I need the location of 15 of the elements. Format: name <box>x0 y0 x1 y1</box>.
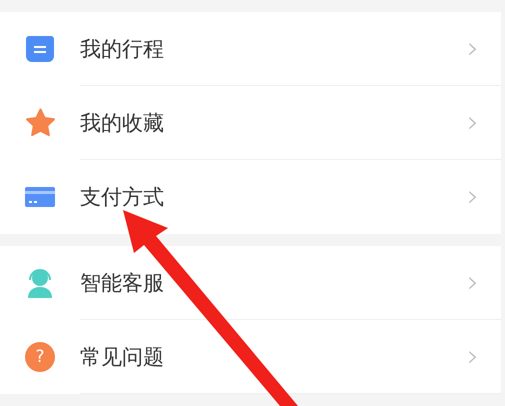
menu-item-label[interactable]: 支付方式 <box>80 183 467 211</box>
chevron-icon: › <box>467 108 479 138</box>
document-icon <box>26 36 54 62</box>
chevron-icon: › <box>467 34 479 64</box>
menu-item-label[interactable]: 我的行程 <box>80 35 467 63</box>
menu-item-label[interactable]: 智能客服 <box>80 269 467 297</box>
headset-person-icon <box>25 267 55 299</box>
menu-item-label[interactable]: 我的收藏 <box>80 109 467 137</box>
menu-item-label[interactable]: 常见问题 <box>80 343 467 371</box>
chevron-icon: › <box>467 268 479 298</box>
help-icon: ? <box>25 342 55 372</box>
chevron-icon: › <box>467 182 479 212</box>
star-icon <box>24 108 56 138</box>
chevron-icon: › <box>467 342 479 372</box>
credit-card-icon <box>25 187 55 207</box>
